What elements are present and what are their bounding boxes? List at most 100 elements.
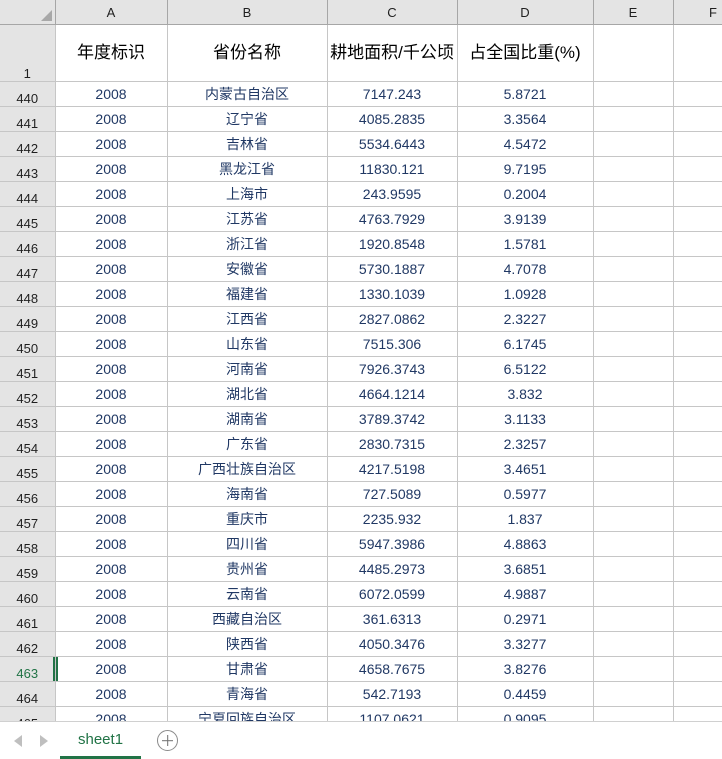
cell-e446[interactable]	[593, 231, 674, 257]
row-header-463[interactable]: 463	[0, 656, 56, 682]
select-all-button[interactable]	[0, 0, 56, 25]
cell-a454[interactable]: 2008	[55, 431, 168, 457]
cell-f453[interactable]	[673, 406, 722, 432]
cell-c443[interactable]: 11830.121	[327, 156, 458, 182]
cell-f445[interactable]	[673, 206, 722, 232]
cell-a448[interactable]: 2008	[55, 281, 168, 307]
cell-f455[interactable]	[673, 456, 722, 482]
cell-a464[interactable]: 2008	[55, 681, 168, 707]
cell-e447[interactable]	[593, 256, 674, 282]
cell-e441[interactable]	[593, 106, 674, 132]
cell-e454[interactable]	[593, 431, 674, 457]
sheet-tab-sheet1[interactable]: sheet1	[60, 722, 142, 759]
cell-d452[interactable]: 3.832	[457, 381, 594, 407]
cell-c448[interactable]: 1330.1039	[327, 281, 458, 307]
cell-a463[interactable]: 2008	[55, 656, 168, 682]
row-header-440[interactable]: 440	[0, 81, 56, 107]
cell-c462[interactable]: 4050.3476	[327, 631, 458, 657]
cell-e443[interactable]	[593, 156, 674, 182]
cell-e463[interactable]	[593, 656, 674, 682]
cell-b443[interactable]: 黑龙江省	[167, 156, 328, 182]
cell-d456[interactable]: 0.5977	[457, 481, 594, 507]
cell-a442[interactable]: 2008	[55, 131, 168, 157]
cell-d449[interactable]: 2.3227	[457, 306, 594, 332]
cell-b456[interactable]: 海南省	[167, 481, 328, 507]
cell-f464[interactable]	[673, 681, 722, 707]
cell-e455[interactable]	[593, 456, 674, 482]
row-header-457[interactable]: 457	[0, 506, 56, 532]
row-header-456[interactable]: 456	[0, 481, 56, 507]
cell-c450[interactable]: 7515.306	[327, 331, 458, 357]
cell-c463[interactable]: 4658.7675	[327, 656, 458, 682]
cell-b458[interactable]: 四川省	[167, 531, 328, 557]
row-header-448[interactable]: 448	[0, 281, 56, 307]
cell-f441[interactable]	[673, 106, 722, 132]
column-header-c[interactable]: C	[327, 0, 458, 25]
cell-d460[interactable]: 4.9887	[457, 581, 594, 607]
cell-d444[interactable]: 0.2004	[457, 181, 594, 207]
row-header-442[interactable]: 442	[0, 131, 56, 157]
cell-a462[interactable]: 2008	[55, 631, 168, 657]
cell-e453[interactable]	[593, 406, 674, 432]
cell-d450[interactable]: 6.1745	[457, 331, 594, 357]
cell-b446[interactable]: 浙江省	[167, 231, 328, 257]
cell-a440[interactable]: 2008	[55, 81, 168, 107]
cell-e442[interactable]	[593, 131, 674, 157]
cell-c453[interactable]: 3789.3742	[327, 406, 458, 432]
row-header-450[interactable]: 450	[0, 331, 56, 357]
cell-e452[interactable]	[593, 381, 674, 407]
cell-a443[interactable]: 2008	[55, 156, 168, 182]
cell-d461[interactable]: 0.2971	[457, 606, 594, 632]
cell-d445[interactable]: 3.9139	[457, 206, 594, 232]
cell-f443[interactable]	[673, 156, 722, 182]
cell-c441[interactable]: 4085.2835	[327, 106, 458, 132]
cell-f463[interactable]	[673, 656, 722, 682]
cell-a451[interactable]: 2008	[55, 356, 168, 382]
cell-f462[interactable]	[673, 631, 722, 657]
cell-b457[interactable]: 重庆市	[167, 506, 328, 532]
cell-f460[interactable]	[673, 581, 722, 607]
cell-c445[interactable]: 4763.7929	[327, 206, 458, 232]
cell-d465[interactable]: 0.9095	[457, 706, 594, 721]
cell-b461[interactable]: 西藏自治区	[167, 606, 328, 632]
cell-f446[interactable]	[673, 231, 722, 257]
cell-f461[interactable]	[673, 606, 722, 632]
triangle-right-icon[interactable]	[40, 734, 48, 747]
row-header-449[interactable]: 449	[0, 306, 56, 332]
cell-a452[interactable]: 2008	[55, 381, 168, 407]
cell-d440[interactable]: 5.8721	[457, 81, 594, 107]
cell-d451[interactable]: 6.5122	[457, 356, 594, 382]
cell-d457[interactable]: 1.837	[457, 506, 594, 532]
cell-f454[interactable]	[673, 431, 722, 457]
cell-a456[interactable]: 2008	[55, 481, 168, 507]
cell-d464[interactable]: 0.4459	[457, 681, 594, 707]
row-header-455[interactable]: 455	[0, 456, 56, 482]
row-header-1[interactable]: 1	[0, 24, 56, 82]
cell-a447[interactable]: 2008	[55, 256, 168, 282]
header-cell-f1[interactable]	[673, 24, 722, 82]
cell-f458[interactable]	[673, 531, 722, 557]
cell-f451[interactable]	[673, 356, 722, 382]
cell-a441[interactable]: 2008	[55, 106, 168, 132]
cell-a446[interactable]: 2008	[55, 231, 168, 257]
cell-c461[interactable]: 361.6313	[327, 606, 458, 632]
cell-a449[interactable]: 2008	[55, 306, 168, 332]
column-header-d[interactable]: D	[457, 0, 594, 25]
cell-e448[interactable]	[593, 281, 674, 307]
row-header-444[interactable]: 444	[0, 181, 56, 207]
cell-b445[interactable]: 江苏省	[167, 206, 328, 232]
cell-c464[interactable]: 542.7193	[327, 681, 458, 707]
cell-c447[interactable]: 5730.1887	[327, 256, 458, 282]
cell-d454[interactable]: 2.3257	[457, 431, 594, 457]
cell-b448[interactable]: 福建省	[167, 281, 328, 307]
cell-d447[interactable]: 4.7078	[457, 256, 594, 282]
cell-f447[interactable]	[673, 256, 722, 282]
cell-d458[interactable]: 4.8863	[457, 531, 594, 557]
cell-a460[interactable]: 2008	[55, 581, 168, 607]
cell-d441[interactable]: 3.3564	[457, 106, 594, 132]
cell-b459[interactable]: 贵州省	[167, 556, 328, 582]
row-header-443[interactable]: 443	[0, 156, 56, 182]
cell-e440[interactable]	[593, 81, 674, 107]
cell-a444[interactable]: 2008	[55, 181, 168, 207]
cell-f452[interactable]	[673, 381, 722, 407]
